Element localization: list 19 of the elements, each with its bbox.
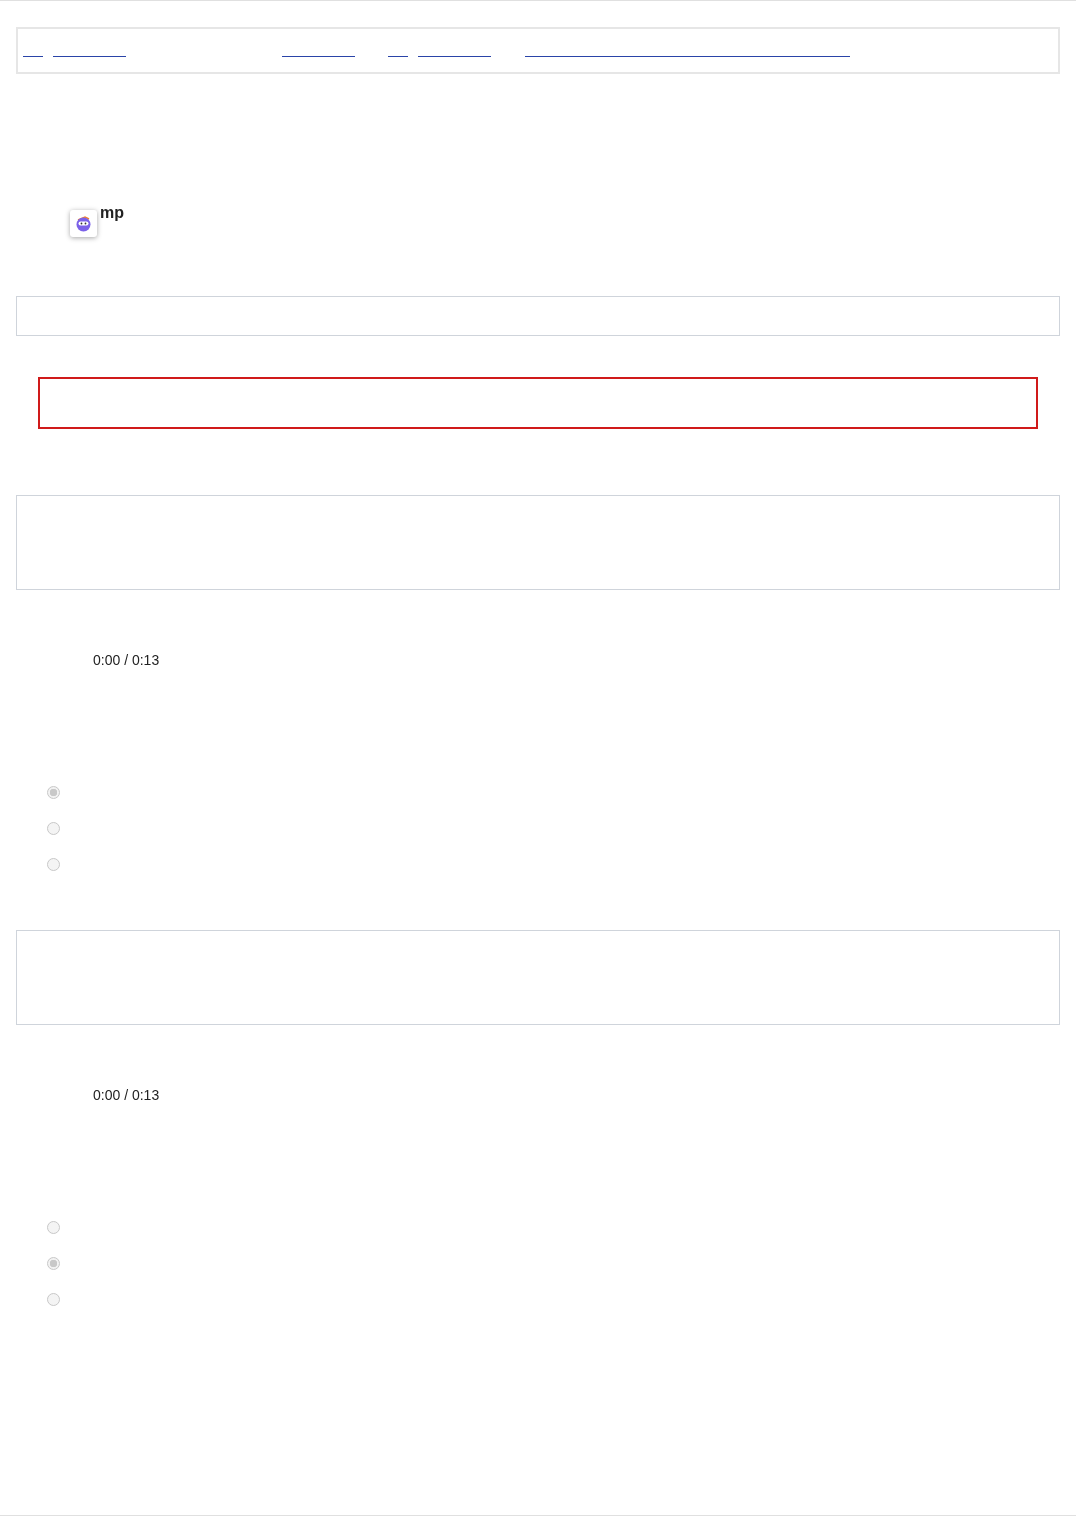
- input-field[interactable]: [16, 296, 1060, 336]
- radio-button[interactable]: [47, 1257, 60, 1270]
- audio-player[interactable]: [16, 930, 1060, 1025]
- link-underline[interactable]: [53, 56, 126, 57]
- link-underline[interactable]: [525, 56, 850, 57]
- radio-button[interactable]: [47, 822, 60, 835]
- radio-button[interactable]: [47, 786, 60, 799]
- radio-button[interactable]: [47, 1293, 60, 1306]
- link-underline[interactable]: [282, 56, 355, 57]
- audio-time: 0:00 / 0:13: [93, 1087, 161, 1104]
- radio-button[interactable]: [47, 858, 60, 871]
- radio-button[interactable]: [47, 1221, 60, 1234]
- audio-time: 0:00 / 0:13: [93, 652, 161, 669]
- link-underline[interactable]: [418, 56, 491, 57]
- mascot-icon[interactable]: [70, 210, 97, 237]
- audio-player[interactable]: [16, 495, 1060, 590]
- link-underline[interactable]: [388, 56, 408, 57]
- heading: mp: [99, 204, 124, 221]
- link-underline[interactable]: [23, 56, 43, 57]
